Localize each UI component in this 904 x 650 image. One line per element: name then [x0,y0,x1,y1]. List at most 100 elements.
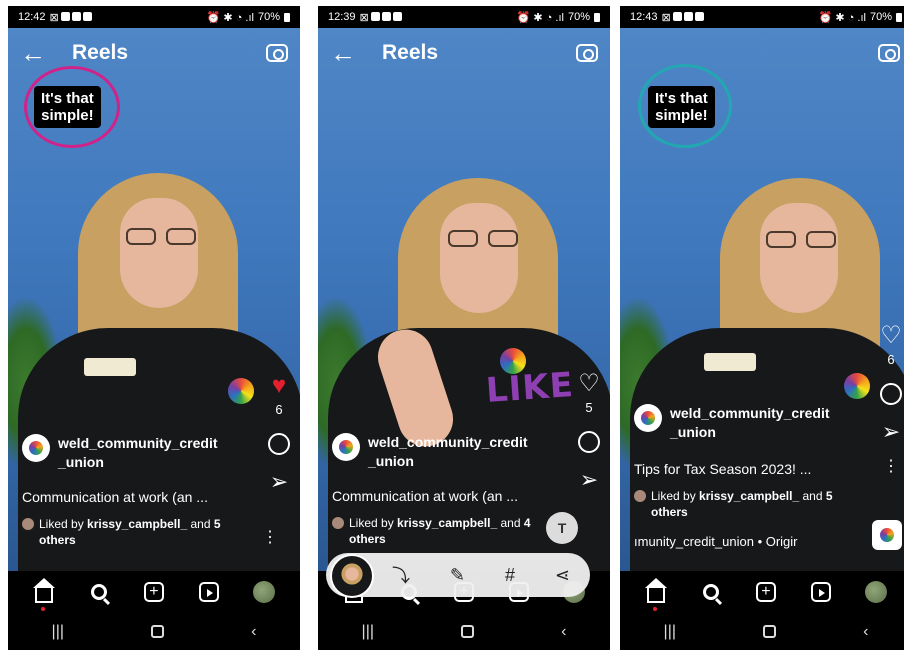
audio-thumbnail[interactable] [872,520,902,550]
system-nav-bar: ||| ‹ [318,613,610,650]
tab-home[interactable] [644,578,668,611]
like-heart-icon[interactable]: ♥ [272,374,286,398]
reel-caption[interactable]: Communication at work (an ... [22,488,208,506]
back-arrow-icon[interactable]: ← [20,40,56,66]
home-nav-icon[interactable] [151,625,165,638]
hashtag-icon[interactable]: # [505,565,515,586]
home-nav-icon[interactable] [763,625,777,638]
liked-by-line[interactable]: Liked by krissy_campbell_ and 5 others [634,488,864,520]
tab-search[interactable] [699,580,723,604]
shirt-logo [844,373,870,399]
camera-icon[interactable] [878,44,900,62]
text-sticker: It's that simple! [34,86,101,128]
name-tag [704,353,756,371]
liked-by-line[interactable]: Liked by krissy_campbell_ and 4 others [332,515,562,547]
liker-avatar [332,517,344,529]
send-icon[interactable]: ➢ [882,421,900,443]
person-face [440,203,518,313]
audio-track-label[interactable]: ımunity_credit_union • Origir [634,533,798,551]
author-username[interactable]: weld_community_credit _union [58,434,238,472]
author-username[interactable]: weld_community_credit _union [670,404,850,442]
page-title: Reels [72,41,129,64]
battery-icon [594,12,600,22]
sticker-line-1: It's that [655,90,708,107]
notification-dot [40,607,45,611]
notification-icons: ⊠ [662,11,704,24]
sticker-line-2: simple! [41,107,94,124]
more-options-icon[interactable]: ⋮ [883,459,899,475]
reel-author[interactable]: weld_community_credit _union [634,404,850,442]
comment-icon[interactable] [578,431,600,453]
screenshot-scan-button[interactable]: T [546,512,578,544]
screenshot-thumbnail[interactable] [330,554,374,598]
more-options-icon[interactable]: ⋮ [262,530,278,546]
reel-author[interactable]: weld_community_credit _union [332,433,548,471]
tab-search[interactable] [87,580,111,604]
edit-crop-icon[interactable]: ✎ [450,565,465,586]
phone-screen-1: 12:42 ⊠ ⏰ ✱ ◔ .ıl 70% ← Reels It's that si… [8,6,300,650]
author-avatar[interactable] [22,434,50,462]
system-icons: ⏰ ✱ ◔ .ıl [818,11,866,24]
page-title: Reels [382,41,439,64]
person-glasses [126,228,196,246]
tab-reels[interactable] [809,580,833,604]
person-face [760,203,838,313]
recents-icon[interactable]: ||| [664,623,676,641]
logo-icon [339,440,353,454]
back-nav-icon[interactable]: ‹ [863,623,868,641]
system-nav-bar: ||| ‹ [8,613,300,650]
notification-icons: ⊠ [50,11,92,24]
bottom-tab-bar: + [8,571,300,613]
back-nav-icon[interactable]: ‹ [561,623,566,641]
liked-by-line[interactable]: Liked by krissy_campbell_ and 5 others [22,516,252,548]
tab-profile[interactable] [252,580,276,604]
battery-level: 70% [869,11,892,23]
battery-level: 70% [567,11,590,23]
phone-screen-3: 12:43 ⊠ ⏰ ✱ ◔ .ıl 70% It's that simple! ♡ … [620,6,904,650]
shirt-logo [228,378,254,404]
battery-level: 70% [257,11,280,23]
share-icon[interactable]: ⋖ [555,565,570,586]
reels-header: ← Reels [318,28,610,78]
tab-create[interactable]: + [754,580,778,604]
like-count: 6 [887,352,895,367]
like-heart-icon[interactable]: ♡ [880,324,902,348]
recents-icon[interactable]: ||| [362,623,374,641]
logo-icon [29,441,43,455]
screenshot-toolbar: ⤵ ✎ # ⋖ [326,553,590,598]
reel-author[interactable]: weld_community_credit _union [22,434,238,472]
tab-profile[interactable] [864,580,888,604]
tab-reels[interactable] [197,580,221,604]
tab-home[interactable] [32,578,56,611]
back-arrow-icon[interactable]: ← [330,40,366,66]
tab-create[interactable]: + [142,580,166,604]
camera-icon[interactable] [576,44,598,62]
person-glasses [448,230,518,248]
home-nav-icon[interactable] [461,625,475,638]
action-rail: ♡ 5 ➢ [578,372,600,491]
logo-icon [641,411,655,425]
person-face [120,198,198,308]
back-nav-icon[interactable]: ‹ [251,623,256,641]
liker-avatar [634,490,646,502]
status-bar: 12:42 ⊠ ⏰ ✱ ◔ .ıl 70% [8,6,300,28]
like-heart-icon[interactable]: ♡ [578,372,600,396]
profile-avatar [253,581,276,603]
scan-icon[interactable]: ⤵ [392,562,410,588]
recents-icon[interactable]: ||| [52,623,64,641]
send-icon[interactable]: ➢ [270,471,288,493]
phone-screen-2: 12:39 ⊠ ⏰ ✱ ◔ .ıl 70% LIKE ← Reels ♡ 5 ➢ w… [318,6,610,650]
sticker-line-2: simple! [655,107,708,124]
author-avatar[interactable] [634,404,662,432]
reel-caption[interactable]: Tips for Tax Season 2023! ... [634,460,811,478]
comment-icon[interactable] [268,433,290,455]
like-count: 6 [275,402,283,417]
author-username[interactable]: weld_community_credit _union [368,433,548,471]
status-time: 12:39 [328,11,356,23]
comment-icon[interactable] [880,383,902,405]
author-avatar[interactable] [332,433,360,461]
reel-caption[interactable]: Communication at work (an ... [332,487,518,505]
camera-icon[interactable] [266,44,288,62]
send-icon[interactable]: ➢ [580,469,598,491]
status-bar: 12:39 ⊠ ⏰ ✱ ◔ .ıl 70% [318,6,610,28]
